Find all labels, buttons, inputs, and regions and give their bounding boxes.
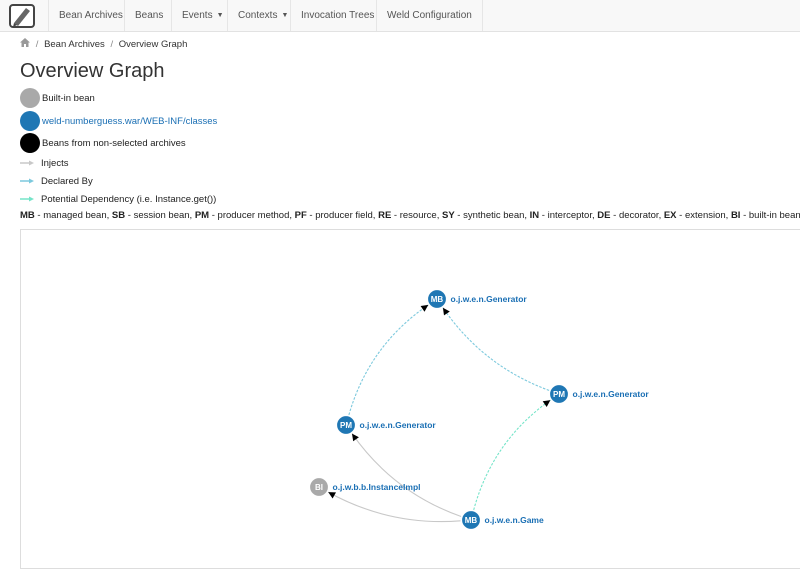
declared-by-arrow-icon xyxy=(20,178,34,184)
graph-nodes: MB o.j.w.e.n.Generator PM o.j.w.e.n.Generat… xyxy=(308,288,650,531)
potential-dependency-arrow-icon xyxy=(20,196,34,202)
legend-injects: Injects xyxy=(20,153,68,173)
nav-events[interactable]: Events ▼ xyxy=(171,0,234,31)
notebook-icon[interactable] xyxy=(6,3,40,29)
breadcrumb-bean-archives[interactable]: Bean Archives xyxy=(44,39,105,50)
abbreviations-key: MB - managed bean, SB - session bean, PM… xyxy=(20,210,800,221)
edge-arrowhead-icon xyxy=(442,307,450,316)
injects-arrow-icon xyxy=(20,160,34,166)
breadcrumb: / Bean Archives / Overview Graph xyxy=(20,38,187,50)
archive-link[interactable]: weld-numberguess.war/WEB-INF/classes xyxy=(42,116,217,127)
legend-builtin: Built-in bean xyxy=(20,88,95,108)
legend-potential-dependency: Potential Dependency (i.e. Instance.get(… xyxy=(20,189,216,209)
builtin-swatch xyxy=(20,88,40,108)
breadcrumb-current: Overview Graph xyxy=(118,39,188,50)
nav-weld-configuration[interactable]: Weld Configuration xyxy=(376,0,483,31)
graph-edge-declared-by xyxy=(348,304,429,416)
graph-edge-injects xyxy=(351,433,462,518)
edge-arrowhead-icon xyxy=(352,433,359,442)
overview-graph[interactable]: MB o.j.w.e.n.Generator PM o.j.w.e.n.Generat… xyxy=(20,229,800,569)
graph-canvas[interactable]: MB o.j.w.e.n.Generator PM o.j.w.e.n.Generat… xyxy=(21,230,800,570)
nav-beans[interactable]: Beans xyxy=(124,0,173,31)
legend-archive: weld-numberguess.war/WEB-INF/classes xyxy=(20,111,217,131)
node-abbr: MB xyxy=(431,295,444,304)
node-abbr: MB xyxy=(465,516,478,525)
edge-arrowhead-icon xyxy=(420,304,429,312)
node-label[interactable]: o.j.w.e.n.Game xyxy=(485,515,544,525)
home-icon[interactable] xyxy=(20,38,33,50)
nav-bean-archives[interactable]: Bean Archives xyxy=(48,0,133,31)
graph-node-instance[interactable]: BI o.j.w.b.b.InstanceImpl xyxy=(308,476,421,498)
legend-non-selected: Beans from non-selected archives xyxy=(20,133,186,153)
node-label[interactable]: o.j.w.e.n.Generator xyxy=(360,420,437,430)
graph-node-game[interactable]: MB o.j.w.e.n.Game xyxy=(460,509,544,531)
archive-swatch xyxy=(20,111,40,131)
graph-edge-injects xyxy=(327,491,461,523)
nav-contexts[interactable]: Contexts ▼ xyxy=(227,0,298,31)
page-title: Overview Graph xyxy=(20,60,165,82)
node-label[interactable]: o.j.w.b.b.InstanceImpl xyxy=(333,482,421,492)
node-label[interactable]: o.j.w.e.n.Generator xyxy=(573,389,650,399)
graph-edge-declared-by xyxy=(442,307,550,391)
non-selected-swatch xyxy=(20,133,40,153)
node-label[interactable]: o.j.w.e.n.Generator xyxy=(451,294,528,304)
graph-node-gen-pm-right[interactable]: PM o.j.w.e.n.Generator xyxy=(548,383,650,405)
graph-edge-potential-dependency xyxy=(473,399,551,511)
node-abbr: BI xyxy=(315,483,323,492)
caret-down-icon: ▼ xyxy=(216,12,224,19)
node-abbr: PM xyxy=(340,421,352,430)
edge-arrowhead-icon xyxy=(542,400,551,407)
nav-invocation-trees[interactable]: Invocation Trees xyxy=(290,0,384,31)
node-abbr: PM xyxy=(553,390,565,399)
legend-declared-by: Declared By xyxy=(20,171,93,191)
navbar: Bean Archives Beans Events ▼ Contexts ▼ In… xyxy=(0,0,800,32)
graph-node-gen-mb[interactable]: MB o.j.w.e.n.Generator xyxy=(426,288,528,310)
graph-node-gen-pm-left[interactable]: PM o.j.w.e.n.Generator xyxy=(335,414,437,436)
caret-down-icon: ▼ xyxy=(281,12,289,19)
